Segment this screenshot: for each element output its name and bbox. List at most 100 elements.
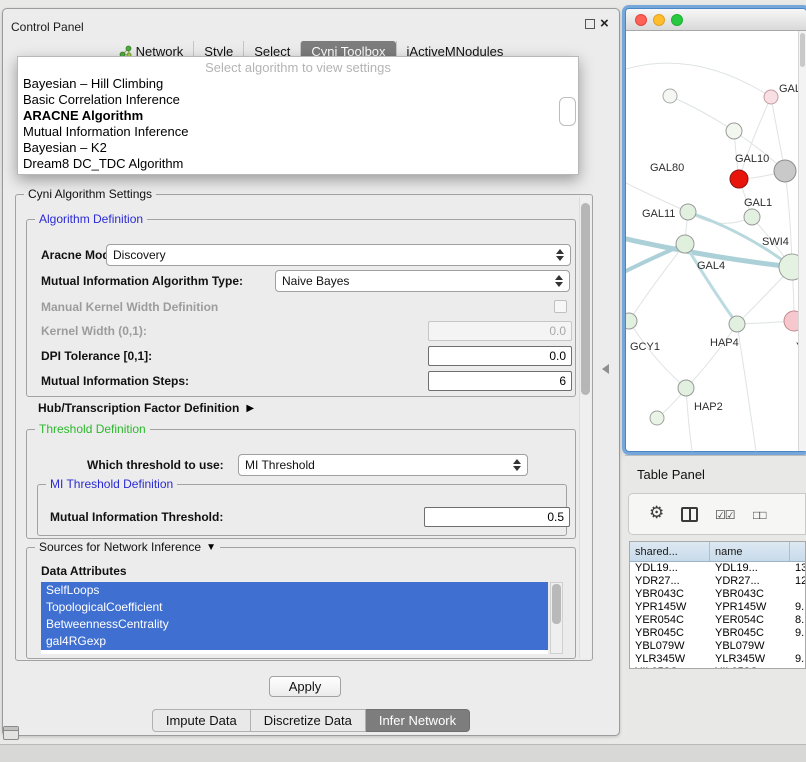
sources-group: Sources for Network Inference ▼ Data Att… xyxy=(26,547,576,659)
table-cell: 8... xyxy=(790,614,806,627)
network-node[interactable] xyxy=(650,411,664,425)
network-edge xyxy=(688,212,752,223)
mi-steps-input[interactable] xyxy=(428,371,572,391)
network-node[interactable] xyxy=(730,170,748,188)
mac-close-button[interactable] xyxy=(635,14,647,26)
table-panel: Table Panel ⚙ ☑☑ □□ shared...name YDL19.… xyxy=(625,455,806,740)
table-row[interactable]: YIL052CYIL052C xyxy=(630,666,805,669)
algorithm-option-basic-correlation-inference[interactable]: Basic Correlation Inference xyxy=(18,92,578,108)
bottom-tab-discretize-data[interactable]: Discretize Data xyxy=(251,709,366,732)
table-cell: YLR345W xyxy=(630,653,710,666)
table-cell: 9... xyxy=(790,653,806,666)
apply-button[interactable]: Apply xyxy=(269,676,341,697)
network-node[interactable] xyxy=(626,313,637,329)
scrollbar-thumb[interactable] xyxy=(552,584,561,624)
gear-icon[interactable]: ⚙ xyxy=(649,504,664,521)
close-icon[interactable]: × xyxy=(600,16,609,32)
table-cell: 13... xyxy=(790,562,806,575)
attribute-list-scrollbar[interactable] xyxy=(550,582,563,654)
float-window-icon[interactable] xyxy=(585,19,595,29)
table-cell xyxy=(790,640,806,653)
settings-scrollbar[interactable] xyxy=(579,197,591,658)
aracne-mode-combo[interactable]: Discovery xyxy=(106,244,571,266)
mac-minimize-button[interactable] xyxy=(653,14,665,26)
column-header-extra[interactable] xyxy=(790,542,806,561)
table-cell: YER054C xyxy=(710,614,790,627)
table-cell: YBR043C xyxy=(630,588,710,601)
bottom-strip xyxy=(0,744,806,762)
manual-kernel-checkbox[interactable] xyxy=(554,300,567,313)
cyni-algorithm-settings-group: Cyni Algorithm Settings Algorithm Defini… xyxy=(15,194,593,661)
table-cell xyxy=(790,666,806,669)
table-row[interactable]: YBR045CYBR045C9... xyxy=(630,627,805,640)
which-threshold-combo[interactable]: MI Threshold xyxy=(238,454,528,476)
scrollbar-thumb[interactable] xyxy=(581,203,590,395)
mi-threshold-input[interactable] xyxy=(424,507,570,527)
network-window-titlebar[interactable] xyxy=(626,9,806,31)
network-node[interactable] xyxy=(779,254,800,280)
table-cell: YBL079W xyxy=(710,640,790,653)
table-row[interactable]: YBL079WYBL079W xyxy=(630,640,805,653)
algorithm-option-aracne-algorithm[interactable]: ARACNE Algorithm xyxy=(18,108,578,124)
dpi-tolerance-label: DPI Tolerance [0,1]: xyxy=(41,349,152,363)
column-header-name[interactable]: name xyxy=(710,542,790,561)
node-label-swi4: SWI4 xyxy=(762,236,789,248)
settings-group-title: Cyni Algorithm Settings xyxy=(24,187,156,201)
columns-icon[interactable] xyxy=(681,507,698,522)
algorithm-option-bayesian-hill-climbing[interactable]: Bayesian – Hill Climbing xyxy=(18,76,578,92)
algorithm-option-dream8-dc-tdc-algorithm[interactable]: Dream8 DC_TDC Algorithm xyxy=(18,156,578,172)
kernel-width-input[interactable] xyxy=(428,321,572,341)
network-node[interactable] xyxy=(678,380,694,396)
network-node[interactable] xyxy=(729,316,745,332)
table-row[interactable]: YDL19...YDL19...13... xyxy=(630,562,805,575)
algorithm-option-bayesian-k2[interactable]: Bayesian – K2 xyxy=(18,140,578,156)
sources-title[interactable]: Sources for Network Inference ▼ xyxy=(35,540,220,554)
attribute-selfloops[interactable]: SelfLoops xyxy=(41,582,548,599)
table-row[interactable]: YPR145WYPR145W9... xyxy=(630,601,805,614)
bottom-tab-infer-network[interactable]: Infer Network xyxy=(366,709,470,732)
table-cell: YIL052C xyxy=(710,666,790,669)
table-cell: YER054C xyxy=(630,614,710,627)
network-node[interactable] xyxy=(726,123,742,139)
network-node[interactable] xyxy=(744,209,760,225)
hub-definition-label: Hub/Transcription Factor Definition xyxy=(38,401,239,415)
table-row[interactable]: YLR345WYLR345W9... xyxy=(630,653,805,666)
table-cell: 9... xyxy=(790,601,806,614)
popup-scrollbar-thumb[interactable] xyxy=(559,97,576,126)
attribute-topologicalcoefficient[interactable]: TopologicalCoefficient xyxy=(41,599,548,616)
network-node[interactable] xyxy=(764,90,778,104)
node-label-gal4: GAL4 xyxy=(697,260,725,272)
which-threshold-value: MI Threshold xyxy=(245,458,315,472)
splitter-collapse-handle[interactable] xyxy=(602,364,609,374)
window-title: Control Panel xyxy=(11,20,84,34)
table-row[interactable]: YER054CYER054C8... xyxy=(630,614,805,627)
hub-definition-toggle[interactable]: Hub/Transcription Factor Definition ▶ xyxy=(38,401,254,415)
column-header-shared[interactable]: shared... xyxy=(630,542,710,561)
table-cell: YBR045C xyxy=(710,627,790,640)
mac-zoom-button[interactable] xyxy=(671,14,683,26)
algorithm-option-mutual-information-inference[interactable]: Mutual Information Inference xyxy=(18,124,578,140)
mi-type-label: Mutual Information Algorithm Type: xyxy=(41,274,243,288)
mi-type-combo[interactable]: Naive Bayes xyxy=(275,270,570,292)
network-scrollbar[interactable] xyxy=(798,31,806,451)
attribute-gal4rgexp[interactable]: gal4RGexp xyxy=(41,633,548,650)
bottom-tab-impute-data[interactable]: Impute Data xyxy=(152,709,251,732)
deselect-all-icon[interactable]: □□ xyxy=(753,508,766,522)
network-node[interactable] xyxy=(663,89,677,103)
network-node[interactable] xyxy=(774,160,796,182)
network-view-window[interactable]: GAL8GAL80GAL10GAL1GAL11SWI4GAL4GCY1HAP4H… xyxy=(625,8,806,452)
stepper-arrows-icon xyxy=(555,275,563,287)
dpi-tolerance-input[interactable] xyxy=(428,346,572,366)
table-panel-title: Table Panel xyxy=(637,467,705,482)
attribute-betweennesscentrality[interactable]: BetweennessCentrality xyxy=(41,616,548,633)
select-all-icon[interactable]: ☑☑ xyxy=(715,508,735,522)
minimized-window-icon[interactable] xyxy=(3,726,19,740)
scrollbar-thumb[interactable] xyxy=(800,33,805,67)
attribute-list: SelfLoopsTopologicalCoefficientBetweenne… xyxy=(41,582,548,654)
threshold-definition-title: Threshold Definition xyxy=(35,422,150,436)
table-row[interactable]: YBR043CYBR043C xyxy=(630,588,805,601)
table-row[interactable]: YDR27...YDR27...12... xyxy=(630,575,805,588)
network-node[interactable] xyxy=(676,235,694,253)
network-node[interactable] xyxy=(680,204,696,220)
network-canvas[interactable]: GAL8GAL80GAL10GAL1GAL11SWI4GAL4GCY1HAP4H… xyxy=(626,31,800,452)
